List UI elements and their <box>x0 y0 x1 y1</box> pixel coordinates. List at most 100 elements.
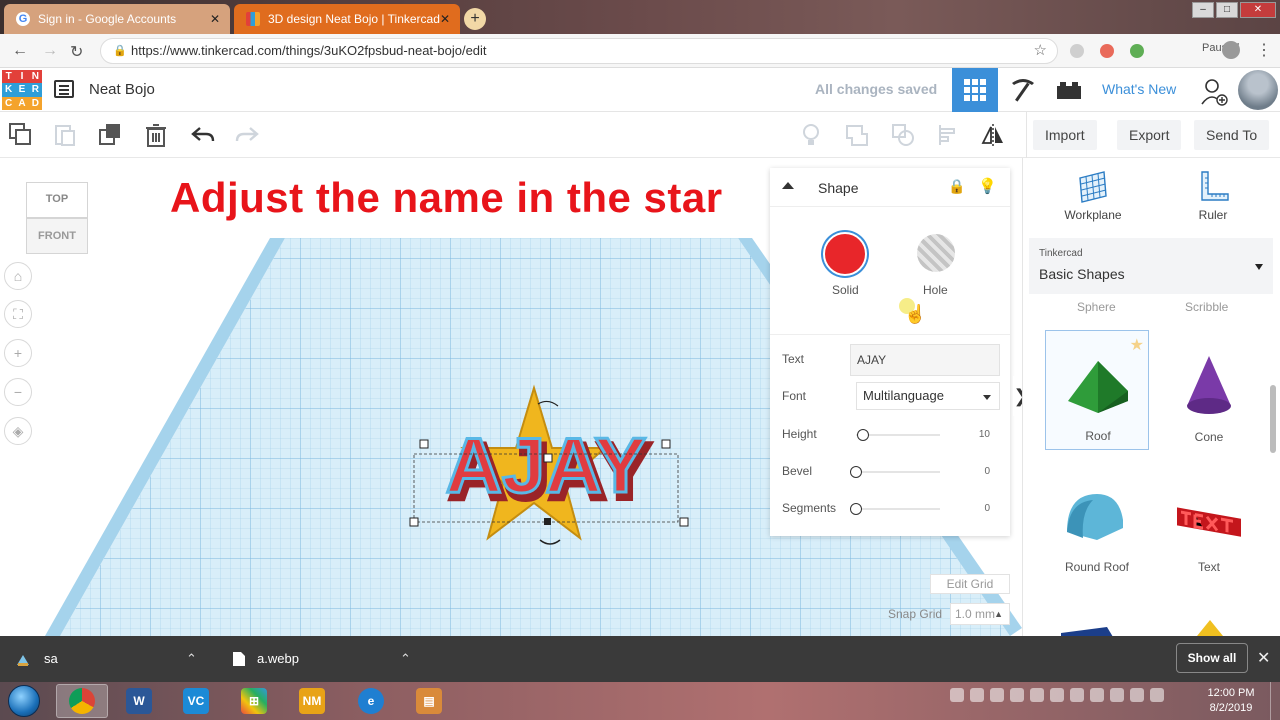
tray-icon[interactable] <box>1030 688 1044 702</box>
forward-icon[interactable]: → <box>42 42 58 60</box>
viewcube-front[interactable]: FRONT <box>26 218 88 254</box>
edit-grid-button[interactable]: Edit Grid <box>930 574 1010 594</box>
group-icon[interactable] <box>844 122 870 148</box>
bevel-slider-thumb[interactable] <box>850 466 862 478</box>
minimize-button[interactable]: – <box>1192 2 1214 18</box>
taskbar-clock[interactable]: 12:00 PM 8/2/2019 <box>1200 686 1262 716</box>
workplane-tool[interactable]: Workplane <box>1043 170 1143 222</box>
font-select[interactable]: Multilanguage <box>856 382 1000 410</box>
close-icon[interactable]: ✕ <box>440 12 450 26</box>
segments-slider-thumb[interactable] <box>850 503 862 515</box>
ruler-tool[interactable]: Ruler <box>1163 170 1263 222</box>
taskbar-nm[interactable]: NM <box>286 684 338 718</box>
volume-icon[interactable] <box>1130 688 1144 702</box>
3d-view-button[interactable] <box>952 68 998 112</box>
redo-icon[interactable] <box>234 122 260 148</box>
browser-menu-icon[interactable]: ⋮ <box>1256 40 1272 60</box>
collapse-caret-icon[interactable] <box>782 182 794 189</box>
resize-handle[interactable] <box>661 439 671 449</box>
snap-grid-select[interactable]: 1.0 mm ▲ <box>950 603 1010 625</box>
view-cube[interactable]: TOP FRONT <box>26 182 88 254</box>
tab-google-accounts[interactable]: G Sign in - Google Accounts ✕ <box>4 4 230 34</box>
shape-cone[interactable]: Cone <box>1157 330 1261 450</box>
hole-swatch[interactable] <box>917 234 955 272</box>
bevel-slider-track[interactable] <box>856 471 940 473</box>
new-tab-button[interactable]: + <box>464 8 486 30</box>
tray-icon[interactable] <box>1010 688 1024 702</box>
network-icon[interactable] <box>1110 688 1124 702</box>
lock-icon[interactable]: 🔒 <box>948 178 965 195</box>
tray-icon[interactable] <box>950 688 964 702</box>
reload-icon[interactable]: ↻ <box>70 42 83 62</box>
height-slider-thumb[interactable] <box>857 429 869 441</box>
rotate-handle[interactable] <box>537 400 559 407</box>
extension-shield-icon[interactable] <box>1070 44 1084 58</box>
import-button[interactable]: Import <box>1033 120 1097 150</box>
resize-handle[interactable] <box>679 517 689 527</box>
viewcube-top[interactable]: TOP <box>26 182 88 218</box>
zoom-in-icon[interactable]: + <box>4 339 32 367</box>
tinkercad-logo[interactable]: T I N K E R C A D <box>2 70 42 110</box>
height-value[interactable]: 10 <box>970 429 990 440</box>
align-icon[interactable] <box>936 122 962 148</box>
flag-icon[interactable] <box>1150 688 1164 702</box>
resize-handle[interactable] <box>544 518 551 525</box>
note-icon[interactable] <box>798 122 824 148</box>
tray-icon[interactable] <box>970 688 984 702</box>
download-item[interactable]: a.webp ⌃ <box>232 636 422 682</box>
taskbar-vc[interactable]: VC <box>170 684 222 718</box>
taskbar-chrome[interactable] <box>56 684 108 718</box>
download-item[interactable]: sa ⌃ <box>16 636 206 682</box>
chevron-up-icon[interactable]: ⌃ <box>186 636 197 682</box>
address-bar[interactable]: 🔒 https://www.tinkercad.com/things/3uKO2… <box>100 38 1058 64</box>
maximize-button[interactable]: □ <box>1216 2 1238 18</box>
selected-model[interactable]: AJAY AJAY <box>400 378 700 548</box>
tray-icon[interactable] <box>990 688 1004 702</box>
taskbar-ie[interactable]: e <box>345 684 397 718</box>
design-title[interactable]: Neat Bojo <box>89 81 155 98</box>
trash-icon[interactable] <box>143 122 169 148</box>
text-input[interactable]: AJAY <box>850 344 1000 376</box>
duplicate-icon[interactable] <box>98 122 124 148</box>
segments-slider-track[interactable] <box>856 508 940 510</box>
lightbulb-icon[interactable]: 💡 <box>978 177 997 195</box>
mirror-icon[interactable] <box>980 122 1006 148</box>
extension-icon[interactable] <box>1130 44 1144 58</box>
blocks-mode-button[interactable] <box>1000 68 1046 112</box>
chevron-up-icon[interactable]: ⌃ <box>400 636 411 682</box>
favorite-star-icon[interactable]: ★ <box>1130 335 1144 355</box>
paste-icon[interactable] <box>52 122 78 148</box>
shape-round-roof[interactable]: Round Roof <box>1045 460 1149 580</box>
shape-text[interactable]: Text <box>1157 460 1261 580</box>
resize-handle[interactable] <box>543 453 553 463</box>
segments-value[interactable]: 0 <box>970 503 990 514</box>
zoom-out-icon[interactable]: − <box>4 378 32 406</box>
taskbar-folder[interactable]: ▤ <box>403 684 455 718</box>
extension-icon[interactable] <box>1100 44 1114 58</box>
bevel-value[interactable]: 0 <box>970 466 990 477</box>
back-icon[interactable]: ← <box>12 42 28 60</box>
show-desktop-button[interactable] <box>1270 682 1280 720</box>
resize-handle[interactable] <box>419 439 429 449</box>
user-avatar[interactable] <box>1238 70 1278 110</box>
fit-view-icon[interactable]: ⛶ <box>4 300 32 328</box>
close-icon[interactable]: ✕ <box>210 12 220 26</box>
perspective-icon[interactable]: ◈ <box>4 417 32 445</box>
profile-avatar[interactable] <box>1222 41 1240 59</box>
design-list-icon[interactable] <box>54 80 74 98</box>
home-view-icon[interactable]: ⌂ <box>4 262 32 290</box>
start-button[interactable] <box>2 683 46 719</box>
rotate-handle[interactable] <box>539 539 561 545</box>
tab-tinkercad[interactable]: 3D design Neat Bojo | Tinkercad ✕ <box>234 4 460 34</box>
tray-icon[interactable] <box>1090 688 1104 702</box>
add-user-icon[interactable] <box>1200 78 1228 106</box>
tray-icon[interactable] <box>1070 688 1084 702</box>
close-icon[interactable]: ✕ <box>1257 648 1270 668</box>
tray-icon[interactable] <box>1050 688 1064 702</box>
bricks-mode-button[interactable] <box>1046 68 1092 112</box>
bookmark-star-icon[interactable]: ☆ <box>1034 39 1047 63</box>
taskbar-word[interactable]: W <box>113 684 165 718</box>
show-all-button[interactable]: Show all <box>1176 643 1248 673</box>
copy-icon[interactable] <box>8 122 34 148</box>
send-to-button[interactable]: Send To <box>1194 120 1270 150</box>
